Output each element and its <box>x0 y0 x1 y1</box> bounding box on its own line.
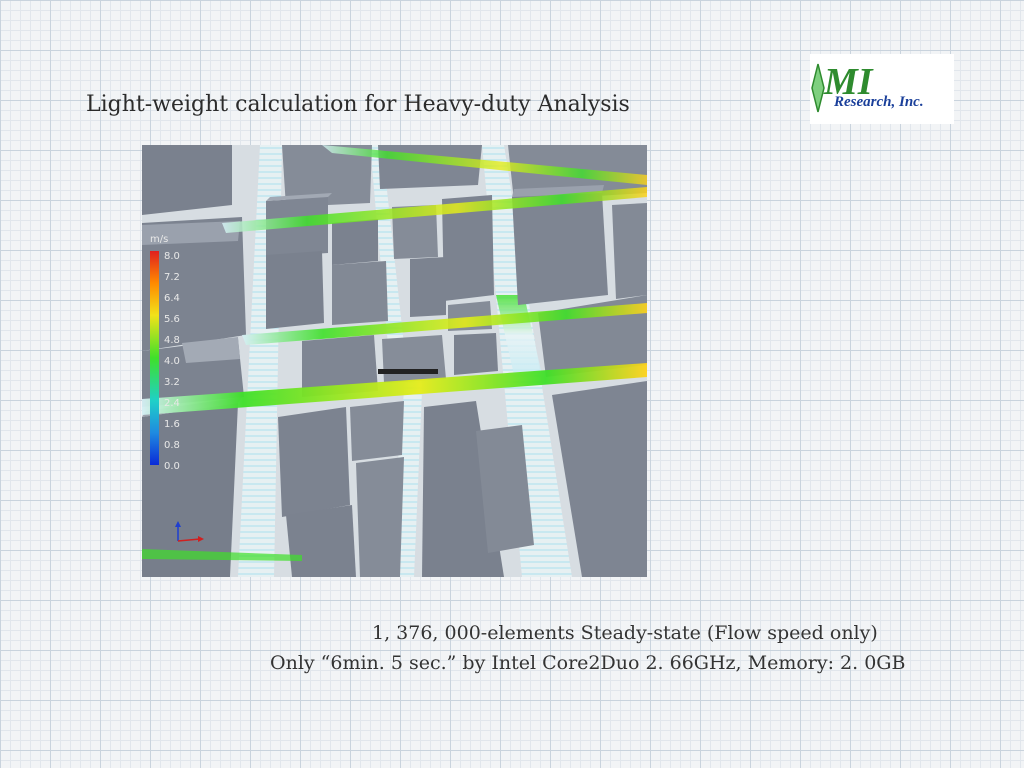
legend-tick: 3.2 <box>164 377 180 388</box>
legend-tick: 0.8 <box>164 440 180 451</box>
legend-tick: 6.4 <box>164 293 180 304</box>
legend-tick: 0.0 <box>164 461 180 472</box>
slide-title: Light-weight calculation for Heavy-duty … <box>86 92 630 117</box>
caption-elements: 1, 376, 000-elements Steady-state (Flow … <box>372 622 878 644</box>
city-flow-3d-view: m/s 8.0 7.2 6.4 5.6 4.8 4.0 3.2 2.4 1.6 … <box>142 145 647 577</box>
logo-text: Research, Inc. <box>833 94 924 110</box>
legend-tick: 5.6 <box>164 314 180 325</box>
legend-colorbar <box>150 251 159 465</box>
cfd-flow-visualization: m/s 8.0 7.2 6.4 5.6 4.8 4.0 3.2 2.4 1.6 … <box>142 145 647 577</box>
legend-tick: 1.6 <box>164 419 180 430</box>
caption-runtime: Only “6min. 5 sec.” by Intel Core2Duo 2.… <box>270 652 906 674</box>
legend-unit: m/s <box>150 234 168 245</box>
logo-graphic: MI Research, Inc. <box>811 61 924 113</box>
legend-tick: 4.0 <box>164 356 180 367</box>
mi-research-logo: MI Research, Inc. <box>810 54 954 124</box>
diamond-icon <box>811 63 825 113</box>
legend-tick: 2.4 <box>164 398 180 409</box>
legend-tick: 8.0 <box>164 251 180 262</box>
legend-tick: 7.2 <box>164 272 180 283</box>
legend-tick: 4.8 <box>164 335 180 346</box>
